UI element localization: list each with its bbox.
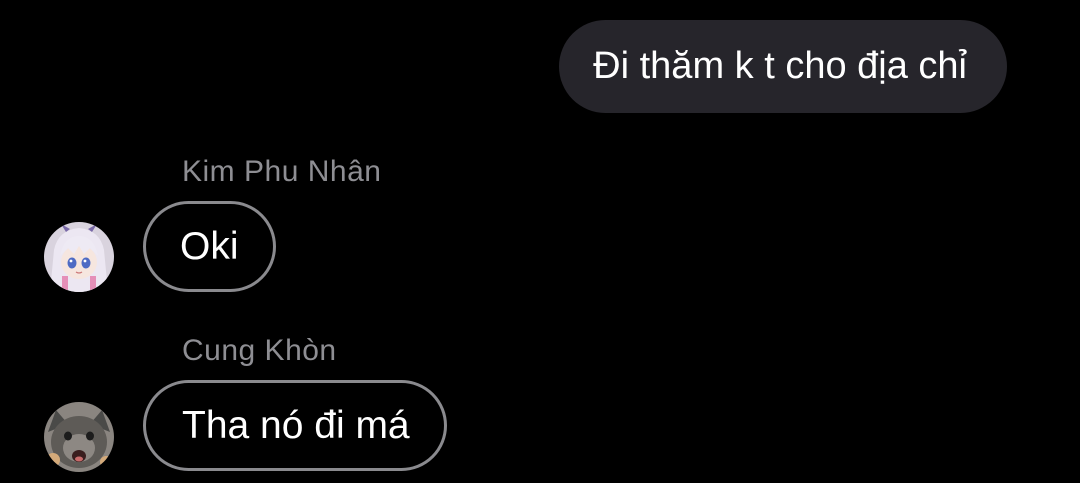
sender-name: Cung Khòn: [182, 334, 337, 367]
kitten-avatar-icon[interactable]: [44, 402, 114, 472]
message-thread: Đi thăm k t cho địa chỉ Kim Phu Nhân Oki…: [0, 0, 1080, 483]
sender-name: Kim Phu Nhân: [182, 155, 382, 188]
outgoing-message-text: Đi thăm k t cho địa chỉ: [593, 45, 967, 87]
incoming-message-text: Oki: [180, 224, 239, 268]
outgoing-message-bubble[interactable]: Đi thăm k t cho địa chỉ: [559, 20, 1007, 113]
incoming-message-bubble[interactable]: Tha nó đi má: [143, 380, 447, 471]
incoming-message-text: Tha nó đi má: [182, 403, 410, 447]
incoming-message-bubble[interactable]: Oki: [143, 201, 276, 292]
anime-girl-avatar-icon[interactable]: [44, 222, 114, 292]
